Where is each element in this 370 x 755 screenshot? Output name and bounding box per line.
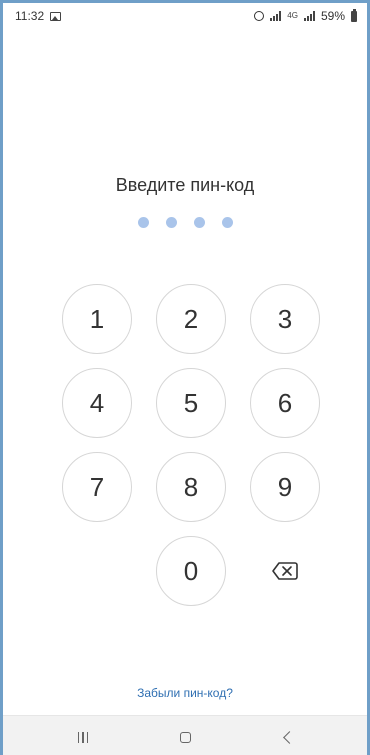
key-5[interactable]: 5 — [156, 368, 226, 438]
backspace-icon — [272, 562, 298, 580]
key-8[interactable]: 8 — [156, 452, 226, 522]
key-4[interactable]: 4 — [62, 368, 132, 438]
pin-dot — [221, 217, 233, 228]
status-right: 4G 59% — [254, 8, 357, 23]
alarm-icon — [254, 11, 265, 21]
backspace-button[interactable] — [270, 560, 300, 582]
signal-icon — [270, 11, 282, 21]
status-bar: 11:32 4G 59% — [3, 3, 367, 29]
pin-dot — [193, 217, 205, 228]
recents-icon — [77, 732, 89, 743]
image-notification-icon — [50, 11, 62, 21]
key-6[interactable]: 6 — [250, 368, 320, 438]
pin-dot — [165, 217, 177, 228]
key-3[interactable]: 3 — [250, 284, 320, 354]
page-title: Введите пин-код — [115, 175, 255, 195]
pin-dot — [137, 217, 149, 228]
phone-screen: 11:32 4G 59% Введите пин-код 1 2 3 4 5 6… — [0, 0, 370, 755]
system-nav-bar — [3, 715, 367, 755]
signal-icon-2 — [303, 11, 315, 21]
key-1[interactable]: 1 — [62, 284, 132, 354]
key-0[interactable]: 0 — [156, 536, 226, 606]
network-type: 4G — [287, 11, 298, 20]
battery-icon — [351, 8, 357, 22]
back-button[interactable] — [257, 716, 317, 755]
home-icon — [179, 732, 191, 743]
back-icon — [282, 731, 296, 744]
status-time: 11:32 — [15, 9, 45, 23]
battery-percent: 59% — [320, 9, 345, 23]
key-2[interactable]: 2 — [156, 284, 226, 354]
home-button[interactable] — [155, 716, 215, 755]
key-7[interactable]: 7 — [62, 452, 132, 522]
pin-dots — [3, 217, 367, 228]
recents-button[interactable] — [53, 716, 113, 755]
forgot-pin-link[interactable]: Забыли пин-код? — [3, 686, 367, 700]
status-left: 11:32 — [15, 9, 62, 23]
key-9[interactable]: 9 — [250, 452, 320, 522]
